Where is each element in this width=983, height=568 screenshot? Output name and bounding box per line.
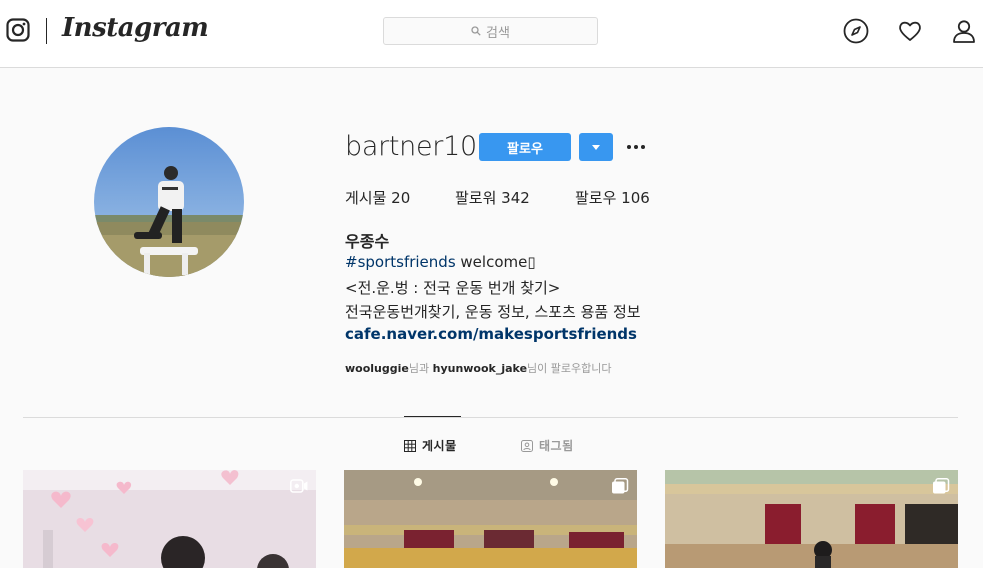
followers-count[interactable]: 팔로워 342 bbox=[455, 187, 530, 208]
activity-heart-icon[interactable] bbox=[897, 18, 923, 44]
carousel-icon bbox=[933, 478, 950, 494]
bio-line-1-text: welcome▯ bbox=[455, 253, 536, 271]
post-image bbox=[665, 470, 958, 568]
top-nav: Instagram 검색 bbox=[0, 0, 983, 68]
following-count[interactable]: 팔로우 106 bbox=[575, 187, 650, 208]
post-thumbnail[interactable] bbox=[23, 470, 316, 568]
post-image bbox=[344, 470, 637, 568]
tabs-divider bbox=[23, 417, 958, 418]
search-placeholder: 검색 bbox=[486, 25, 510, 41]
video-icon bbox=[290, 479, 308, 493]
chevron-down-icon bbox=[592, 144, 600, 150]
more-options-icon[interactable] bbox=[627, 139, 649, 155]
profile-username: bartner10 bbox=[345, 131, 477, 162]
followed-by-user-2[interactable]: hyunwook_jake bbox=[433, 362, 527, 375]
posts-count: 게시물 20 bbox=[345, 189, 411, 207]
bio-line-1: #sportsfriends welcome▯ bbox=[345, 253, 536, 271]
bio-line-2: <전.운.벙 : 전국 운동 번개 찾기> bbox=[345, 279, 561, 297]
tab-posts-label: 게시물 bbox=[422, 439, 457, 453]
profile-website-link[interactable]: cafe.naver.com/makesportsfriends bbox=[345, 325, 637, 343]
followed-by-conj: 님과 bbox=[408, 362, 433, 375]
profile-avatar[interactable] bbox=[94, 127, 244, 277]
explore-compass-icon[interactable] bbox=[843, 18, 869, 44]
tab-posts[interactable]: 게시물 bbox=[404, 437, 457, 454]
avatar-photo bbox=[94, 127, 244, 277]
post-image bbox=[23, 470, 316, 568]
active-tab-indicator bbox=[404, 416, 461, 417]
instagram-logo-icon[interactable] bbox=[6, 18, 30, 42]
tagged-person-icon bbox=[521, 439, 533, 452]
follow-button[interactable]: 팔로우 bbox=[479, 133, 571, 161]
profile-person-icon[interactable] bbox=[951, 18, 977, 44]
follow-dropdown-button[interactable] bbox=[579, 133, 613, 161]
tab-tagged-label: 태그됨 bbox=[539, 439, 574, 453]
search-icon bbox=[471, 26, 481, 36]
post-thumbnail[interactable] bbox=[665, 470, 958, 568]
followed-by-text: wooluggie님과 hyunwook_jake님이 팔로우합니다 bbox=[345, 360, 612, 376]
instagram-wordmark[interactable]: Instagram bbox=[62, 13, 209, 43]
profile-full-name: 우종수 bbox=[345, 232, 390, 251]
bio-line-3: 전국운동번개찾기, 운동 정보, 스포츠 용품 정보 bbox=[345, 303, 641, 321]
logo-divider bbox=[46, 18, 47, 44]
carousel-icon bbox=[612, 478, 629, 494]
followed-by-user-1[interactable]: wooluggie bbox=[345, 362, 409, 375]
followed-by-suffix: 님이 팔로우합니다 bbox=[527, 362, 612, 375]
post-thumbnail[interactable] bbox=[344, 470, 637, 568]
tab-tagged[interactable]: 태그됨 bbox=[521, 437, 574, 454]
grid-icon bbox=[404, 439, 416, 452]
bio-hashtag-link[interactable]: #sportsfriends bbox=[345, 253, 456, 271]
search-input[interactable]: 검색 bbox=[383, 17, 598, 45]
